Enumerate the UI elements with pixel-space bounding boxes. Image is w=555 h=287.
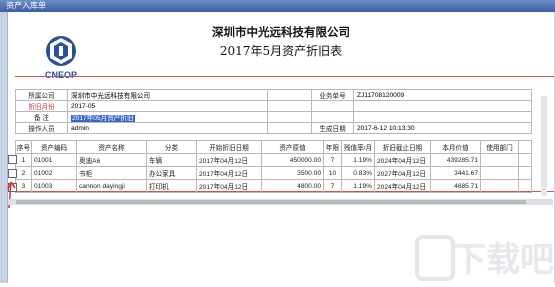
cell-years: 7	[323, 153, 342, 167]
period-label: 折旧月份	[15, 100, 68, 112]
cell-code: 01003	[31, 179, 77, 193]
horizontal-scrollbar[interactable]	[8, 199, 553, 205]
cell-category: 车辆	[146, 153, 197, 167]
watermark-text: 下载吧	[452, 240, 554, 280]
pointer-arrow-icon	[7, 181, 16, 209]
company-name: 深圳市中光远科技有限公司	[212, 25, 350, 39]
remark-label: 备 注	[15, 111, 68, 123]
created-label: 生成日期	[311, 122, 354, 134]
col-header-original-value[interactable]: 资产原值	[261, 140, 324, 154]
cell-category: 办公家具	[146, 166, 197, 180]
cell-name: cannon dayingji	[76, 179, 147, 193]
cell-start-date: 2017年04月12日	[196, 153, 262, 167]
col-header-end-date[interactable]: 折旧截止日期	[374, 140, 431, 154]
window-body: CNEOP 深圳市中光远科技有限公司 2017年5月资产折旧表 所属公司 深圳市…	[0, 12, 555, 283]
cell-extra	[518, 179, 532, 193]
scrollbar-thumb[interactable]	[16, 200, 526, 204]
col-header-department[interactable]: 使用部门	[480, 140, 519, 154]
divider-top	[15, 76, 554, 77]
cell-month-value: 439285.71	[430, 153, 481, 167]
logo-text: CNEOP	[45, 70, 77, 80]
cell-start-date: 2017年04月12日	[196, 166, 262, 180]
col-header-rate[interactable]: 残值率/月	[341, 140, 375, 154]
cell-end-date: 2024年04月12日	[374, 179, 431, 193]
cell-code: 01002	[31, 166, 77, 180]
watermark-logo: 下载吧	[415, 235, 554, 281]
table-row[interactable]: 2 01002 书柜 办公家具 2017年04月12日 3500.00 10 0…	[15, 166, 532, 180]
cell-end-date: 2027年04月12日	[374, 166, 431, 180]
col-header-category[interactable]: 分类	[146, 140, 197, 154]
cell-rate: 0.83%	[341, 166, 375, 180]
window-title: 资产入库单	[6, 1, 46, 10]
col-header-index[interactable]: 序号	[15, 140, 32, 154]
company-label: 所属公司	[15, 89, 68, 101]
cell-rate: 1.19%	[341, 153, 375, 167]
cell-name: 书柜	[76, 166, 147, 180]
cell-index: 2	[15, 166, 32, 180]
operator-label: 操作人员	[15, 122, 68, 134]
cell-category: 打印机	[146, 179, 197, 193]
cell-start-date: 2017年04月12日	[196, 179, 262, 193]
cell-index: 1	[15, 153, 32, 167]
col-header-extra[interactable]	[518, 140, 532, 154]
table-row[interactable]: 1 01001 奥迪A6 车辆 2017年04月12日 450000.00 7 …	[15, 153, 532, 167]
doc-no-value[interactable]: ZJ11708120009	[353, 89, 532, 101]
cell-years: 10	[323, 166, 342, 180]
cell-original-value: 450000.00	[261, 153, 324, 167]
cell-department	[480, 153, 519, 167]
operator-value: admin	[67, 122, 268, 134]
col-header-code[interactable]: 资产编码	[31, 140, 77, 154]
cell-month-value: 3441.67	[430, 166, 481, 180]
col-header-name[interactable]: 资产名称	[76, 140, 147, 154]
cell-department	[480, 179, 519, 193]
col-header-years[interactable]: 年限	[323, 140, 342, 154]
cell-original-value: 3500.00	[261, 166, 324, 180]
window-title-bar: 资产入库单	[0, 0, 555, 12]
table-row[interactable]: 3 01003 cannon dayingji 打印机 2017年04月12日 …	[15, 179, 532, 193]
cell-years: 7	[323, 179, 342, 193]
info-scrollbar[interactable]	[541, 96, 547, 196]
row-checkbox[interactable]	[8, 169, 17, 178]
company-value[interactable]: 深圳市中光远科技有限公司	[67, 89, 268, 101]
row-checkbox[interactable]	[8, 155, 17, 164]
cell-department	[480, 166, 519, 180]
info-table: 所属公司 深圳市中光远科技有限公司 业务单号 ZJ11708120009 折旧月…	[15, 89, 532, 134]
created-value: 2017-6-12 10:13:30	[353, 122, 532, 134]
cell-original-value: 4800.00	[261, 179, 324, 193]
period-value[interactable]: 2017-05	[67, 100, 268, 112]
cell-code: 01001	[31, 153, 77, 167]
cell-month-value: 4685.71	[430, 179, 481, 193]
remark-value[interactable]: 2017年05月资产折旧	[71, 115, 135, 122]
col-header-month-value[interactable]: 本月价值	[430, 140, 481, 154]
cell-extra	[518, 153, 532, 167]
cell-end-date: 2024年04月12日	[374, 153, 431, 167]
report-title: 2017年5月资产折旧表	[219, 44, 343, 58]
doc-no-label: 业务单号	[311, 89, 354, 101]
cell-name: 奥迪A6	[76, 153, 147, 167]
col-header-start-date[interactable]: 开始折旧日期	[196, 140, 262, 154]
cell-rate: 1.19%	[341, 179, 375, 193]
asset-table: 序号 资产编码 资产名称 分类 开始折旧日期 资产原值 年限 残值率/月 折旧截…	[15, 140, 532, 193]
cell-extra	[518, 166, 532, 180]
table-header-row: 序号 资产编码 资产名称 分类 开始折旧日期 资产原值 年限 残值率/月 折旧截…	[15, 140, 532, 154]
